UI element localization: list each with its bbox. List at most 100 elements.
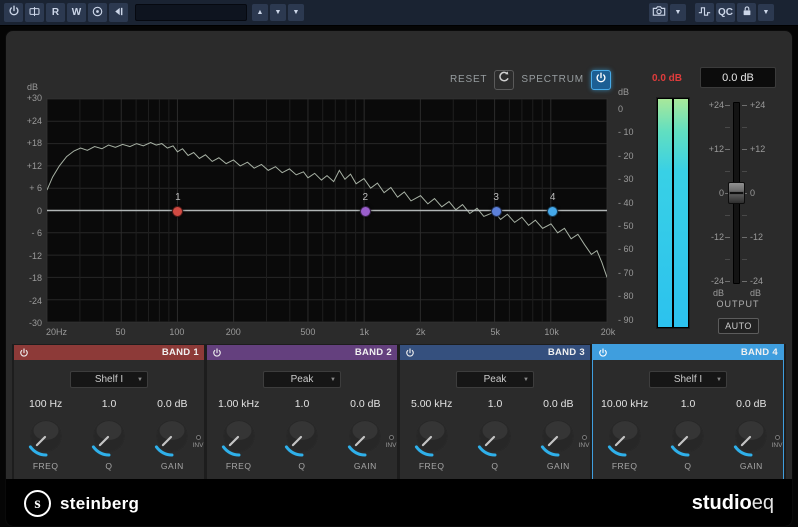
snapshot-button[interactable] bbox=[649, 3, 668, 22]
band-4-section: BAND 4 Shelf I ▼ 10.00 kHz 1.0 0.0 dB IN… bbox=[592, 344, 785, 480]
x-axis-tick: 500 bbox=[300, 327, 316, 337]
invert-indicator bbox=[581, 435, 587, 440]
snapshot-menu-button[interactable]: ▼ bbox=[670, 4, 686, 21]
freq-knob-label: FREQ bbox=[225, 461, 252, 471]
gain-value[interactable]: 0.0 dB bbox=[334, 398, 397, 410]
preset-menu-button[interactable]: ▼ bbox=[288, 4, 304, 21]
freq-knob[interactable] bbox=[24, 414, 68, 458]
spectrum-toggle-button[interactable] bbox=[590, 69, 611, 90]
fader-tick bbox=[725, 237, 730, 238]
spectrum-scale-tick: - 30 bbox=[618, 174, 634, 185]
band-1-header[interactable]: BAND 1 bbox=[14, 345, 204, 360]
gain-knob[interactable] bbox=[729, 414, 773, 458]
fader-unit-right: dB bbox=[750, 288, 762, 298]
band-3-type-dropdown[interactable]: Peak ▼ bbox=[456, 371, 534, 388]
output-scale-label: -12 bbox=[750, 232, 764, 242]
gain-knob[interactable] bbox=[343, 414, 387, 458]
freq-knob[interactable] bbox=[410, 414, 454, 458]
freq-value[interactable]: 10.00 kHz bbox=[593, 398, 656, 410]
q-knob[interactable] bbox=[280, 414, 324, 458]
q-value[interactable]: 1.0 bbox=[656, 398, 719, 410]
eq-plot-svg bbox=[47, 99, 607, 322]
camera-icon bbox=[652, 4, 666, 21]
q-value[interactable]: 1.0 bbox=[77, 398, 140, 410]
spectrum-scale-tick: - 70 bbox=[618, 267, 634, 278]
freq-value[interactable]: 5.00 kHz bbox=[400, 398, 463, 410]
gain-value[interactable]: 0.0 dB bbox=[141, 398, 204, 410]
output-fader-handle[interactable] bbox=[728, 182, 745, 204]
freq-value[interactable]: 1.00 kHz bbox=[207, 398, 270, 410]
invert-label: INV bbox=[771, 442, 783, 449]
ab-compare-button[interactable] bbox=[88, 3, 107, 22]
invert-gain-toggle[interactable]: INV bbox=[383, 435, 399, 449]
q-value[interactable]: 1.0 bbox=[463, 398, 526, 410]
spectrum-scale-tick: - 20 bbox=[618, 150, 634, 161]
band-power-icon[interactable] bbox=[212, 347, 222, 358]
y-axis-tick: +18 bbox=[26, 138, 42, 148]
output-scale-label: -12 bbox=[710, 232, 724, 242]
gain-knob-label: GAIN bbox=[160, 461, 184, 471]
band-1-type-dropdown[interactable]: Shelf I ▼ bbox=[70, 371, 148, 388]
band-title: BAND 4 bbox=[740, 347, 778, 358]
previous-preset-button[interactable]: ▲ bbox=[252, 4, 268, 21]
band-2-type-dropdown[interactable]: Peak ▼ bbox=[263, 371, 341, 388]
invert-label: INV bbox=[385, 442, 397, 449]
next-preset-button[interactable]: ▼ bbox=[270, 4, 286, 21]
x-axis-tick: 5k bbox=[490, 327, 500, 337]
lock-button[interactable] bbox=[737, 3, 756, 22]
sidechain-button[interactable] bbox=[695, 3, 714, 22]
plugin-power-button[interactable] bbox=[4, 3, 23, 22]
gain-knob-label: GAIN bbox=[546, 461, 570, 471]
x-axis-tick: 50 bbox=[115, 327, 126, 337]
gain-knob[interactable] bbox=[150, 414, 194, 458]
preset-name-field[interactable] bbox=[135, 4, 247, 21]
freq-knob[interactable] bbox=[603, 414, 647, 458]
freq-value[interactable]: 100 Hz bbox=[14, 398, 77, 410]
output-scale-label: +24 bbox=[750, 100, 766, 110]
freq-knob[interactable] bbox=[217, 414, 261, 458]
read-automation-button[interactable]: R bbox=[46, 3, 65, 22]
q-knob[interactable] bbox=[87, 414, 131, 458]
invert-label: INV bbox=[578, 442, 590, 449]
functions-menu-button[interactable]: ▼ bbox=[758, 4, 774, 21]
band-3-handle[interactable] bbox=[490, 206, 502, 217]
invert-gain-toggle[interactable]: INV bbox=[190, 435, 206, 449]
auto-gain-button[interactable]: AUTO bbox=[718, 318, 759, 334]
spectrum-scale-tick: - 80 bbox=[618, 291, 634, 302]
invert-gain-toggle[interactable]: INV bbox=[576, 435, 592, 449]
band-power-icon[interactable] bbox=[19, 347, 29, 358]
invert-gain-toggle[interactable]: INV bbox=[769, 435, 785, 449]
q-knob[interactable] bbox=[666, 414, 710, 458]
band-title: BAND 3 bbox=[547, 347, 585, 358]
gain-value[interactable]: 0.0 dB bbox=[720, 398, 783, 410]
q-knob[interactable] bbox=[473, 414, 517, 458]
fader-tick bbox=[742, 215, 747, 216]
band-power-icon[interactable] bbox=[405, 347, 415, 358]
band-2-handle[interactable] bbox=[359, 206, 371, 217]
band-4-header[interactable]: BAND 4 bbox=[593, 345, 783, 360]
band-2-header[interactable]: BAND 2 bbox=[207, 345, 397, 360]
write-automation-button[interactable]: W bbox=[67, 3, 86, 22]
bypass-button[interactable] bbox=[25, 3, 44, 22]
product-name: studioeq bbox=[692, 492, 774, 515]
pulse-icon bbox=[698, 5, 711, 21]
x-axis-tick: 100 bbox=[169, 327, 185, 337]
fader-tick bbox=[725, 149, 730, 150]
gain-knob[interactable] bbox=[536, 414, 580, 458]
gain-value[interactable]: 0.0 dB bbox=[527, 398, 590, 410]
band-power-icon[interactable] bbox=[598, 347, 608, 358]
reset-button[interactable] bbox=[494, 69, 515, 90]
q-value[interactable]: 1.0 bbox=[270, 398, 333, 410]
eq-display[interactable]: 1 2 3 4 bbox=[46, 98, 608, 323]
spectrum-scale-tick: - 40 bbox=[618, 197, 634, 208]
reset-icon bbox=[497, 70, 511, 89]
spectrum-label: SPECTRUM bbox=[521, 74, 584, 85]
output-scale-label: +12 bbox=[708, 144, 724, 154]
band-4-type-dropdown[interactable]: Shelf I ▼ bbox=[649, 371, 727, 388]
quick-controls-button[interactable]: QC bbox=[716, 3, 735, 22]
copy-ab-button[interactable] bbox=[109, 3, 128, 22]
power-icon bbox=[8, 5, 20, 20]
fader-tick bbox=[725, 105, 730, 106]
fader-tick bbox=[742, 149, 747, 150]
band-3-header[interactable]: BAND 3 bbox=[400, 345, 590, 360]
